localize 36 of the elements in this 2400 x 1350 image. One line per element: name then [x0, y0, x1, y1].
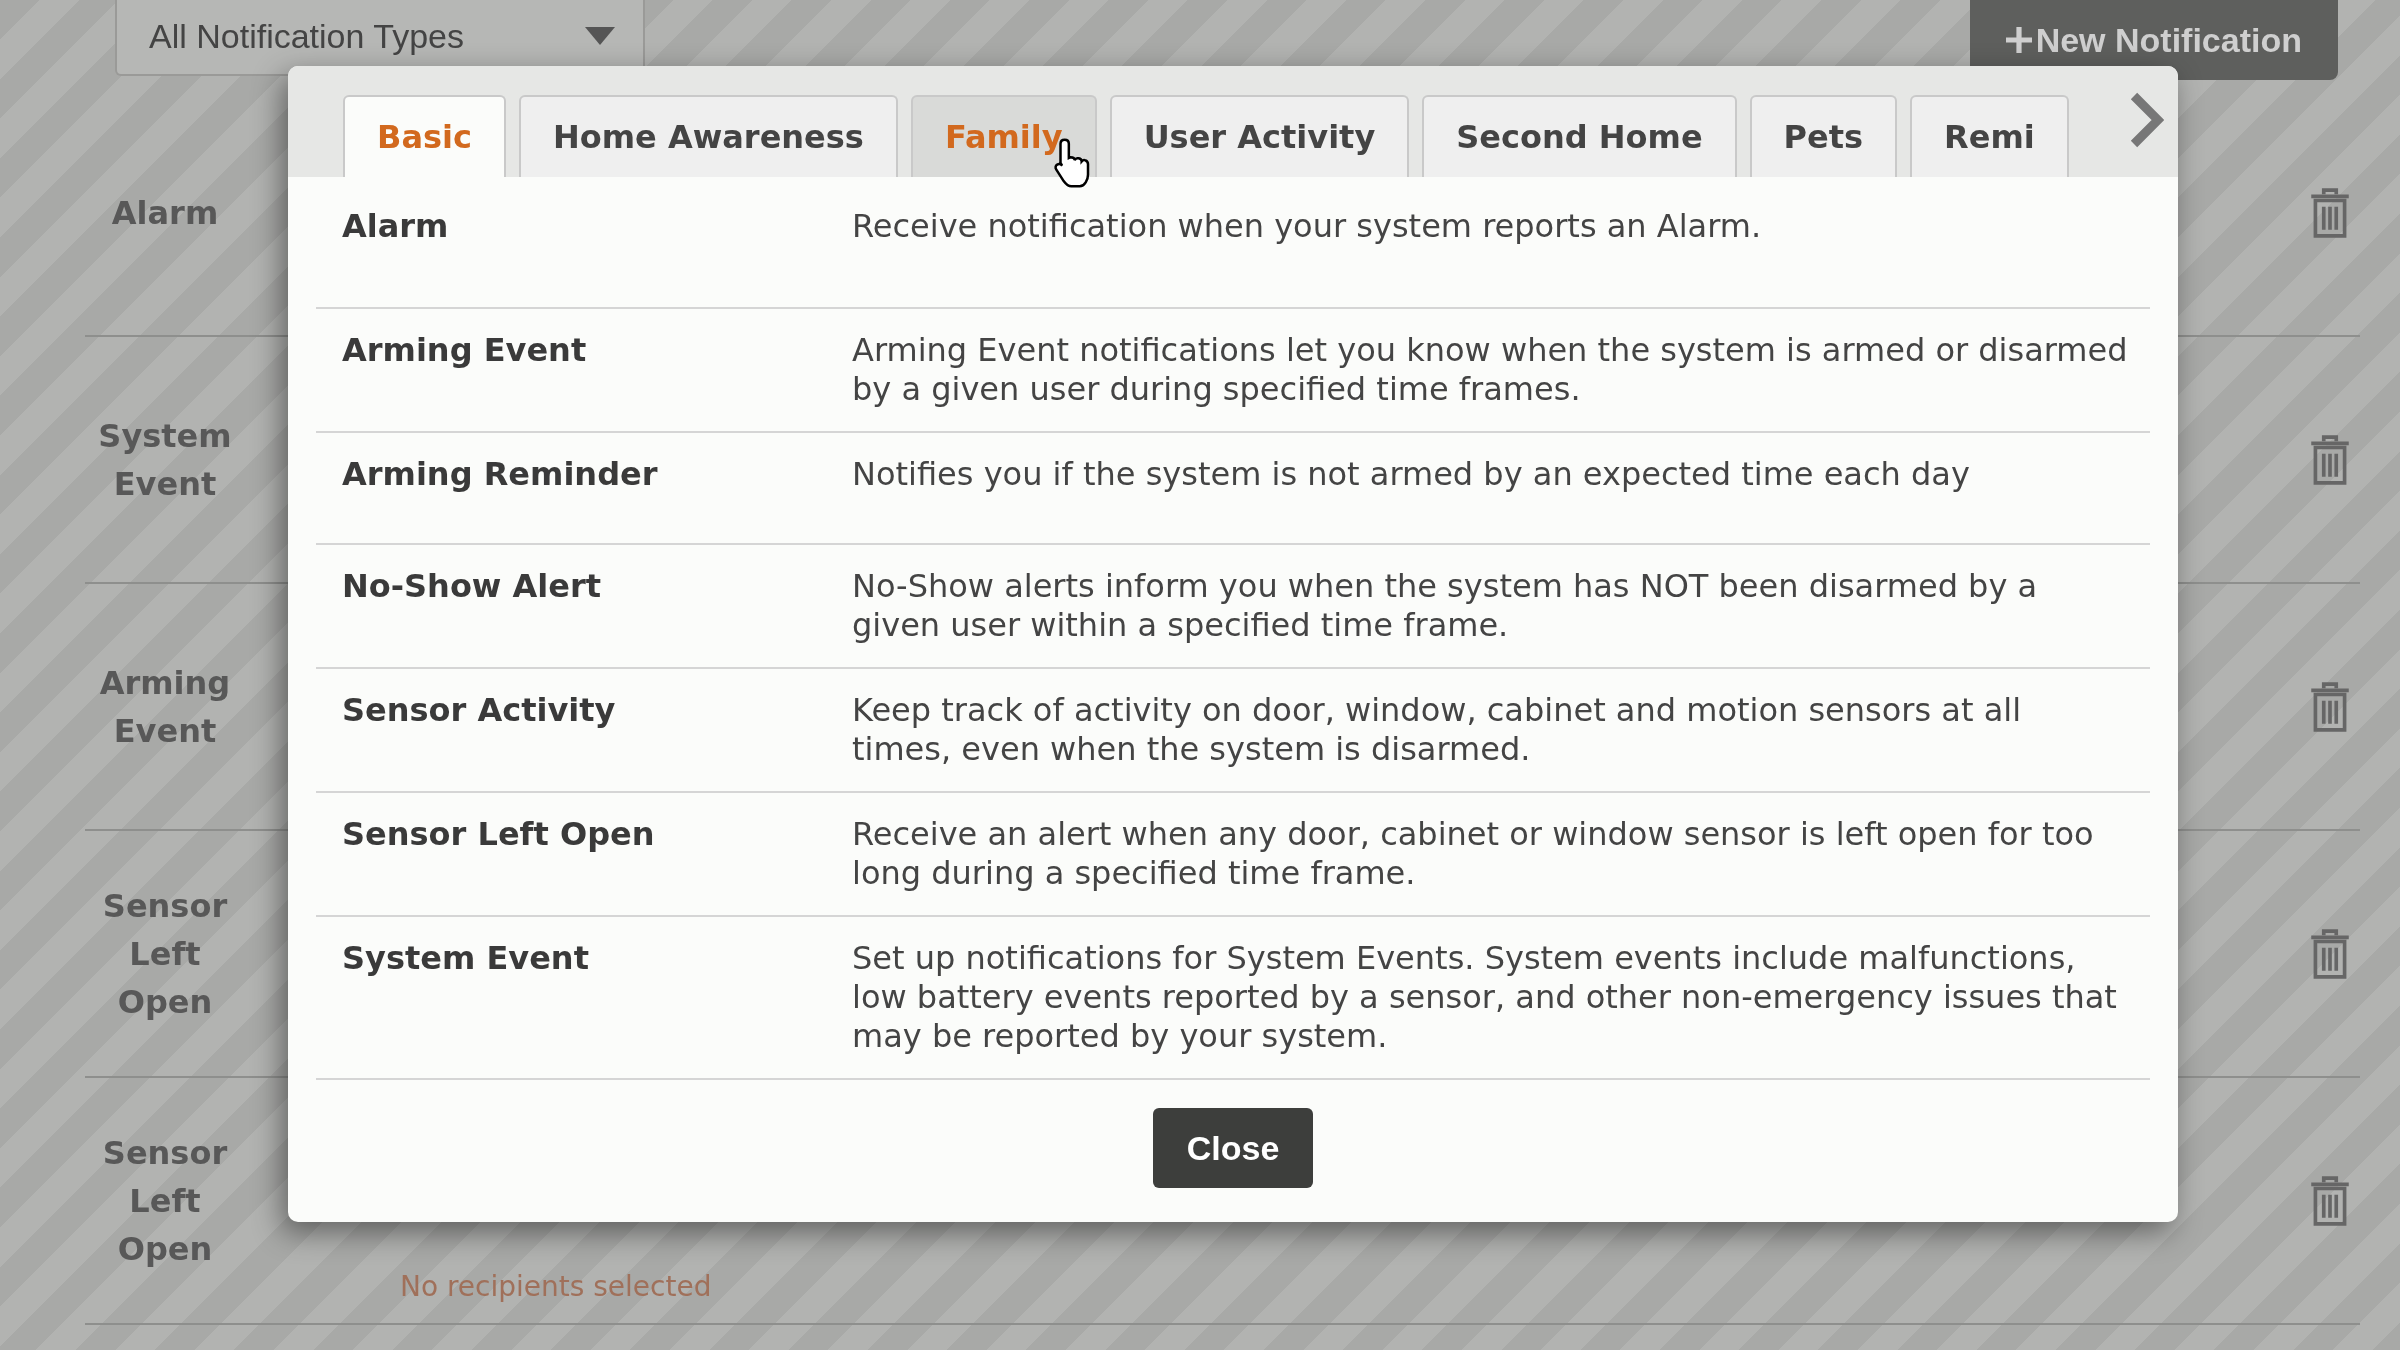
notification-description: Receive an alert when any door, cabinet or window sensor is left open for too long during a specified time frame. [852, 815, 2095, 893]
notification-description: Keep track of activity on door, window, cabinet and motion sensors at all times, even when the system is disarmed. [852, 691, 2023, 769]
notification-description: No-Show alerts inform you when the system has NOT been disarmed by a given user within a specified time frame. [852, 567, 2039, 645]
notification-name: Arming Event [342, 331, 588, 371]
trash-icon[interactable] [2309, 434, 2351, 485]
tab[interactable]: Pets [1749, 95, 1898, 177]
tab[interactable]: Basic [343, 95, 506, 177]
new-notification-button[interactable]: New Notification [1969, 0, 2338, 80]
notification-label: System Event [97, 415, 233, 505]
notification-label: Arming Event [98, 662, 232, 752]
tab[interactable]: User Activity [1109, 95, 1410, 177]
plus-icon [2005, 27, 2032, 53]
trash-icon[interactable] [2309, 1175, 2351, 1226]
notification-description: Receive notification when your system reports an Alarm. [852, 207, 1763, 247]
notification-description: Notifies you if the system is not armed by an expected time each day [852, 455, 1971, 495]
notification-name: Sensor Activity [342, 691, 617, 731]
notification-label: Alarm [110, 192, 220, 234]
notification-name: No-Show Alert [342, 567, 603, 607]
trash-icon[interactable] [2309, 681, 2351, 732]
recipients-text: No recipients selected [400, 1270, 712, 1303]
tab[interactable]: Remi [1910, 95, 2069, 177]
notification-name: Alarm [342, 207, 450, 247]
notification-label: Sensor Left Open [101, 885, 229, 1023]
type-dropdown[interactable]: All Notification Types [115, 0, 645, 76]
trash-icon[interactable] [2309, 928, 2351, 979]
caret-icon [585, 27, 615, 45]
trash-icon[interactable] [2309, 187, 2351, 238]
notification-description: Set up notifications for System Events. System events include malfunctions, low battery events reported by a sensor, and other non-emergency issues that may be reported by your system. [852, 939, 2118, 1056]
close-button[interactable]: Close [1152, 1108, 1314, 1188]
tab[interactable]: Second Home [1422, 95, 1737, 177]
notification-description: Arming Event notifications let you know when the system is armed or disarmed by a given user during specified time frames. [852, 331, 2129, 409]
tab[interactable]: Home Awareness [518, 95, 898, 177]
notification-name: Sensor Left Open [342, 815, 656, 855]
notification-name: Arming Reminder [342, 455, 659, 495]
notification-name: System Event [342, 939, 590, 979]
notification-label: Sensor Left Open [101, 1132, 229, 1270]
